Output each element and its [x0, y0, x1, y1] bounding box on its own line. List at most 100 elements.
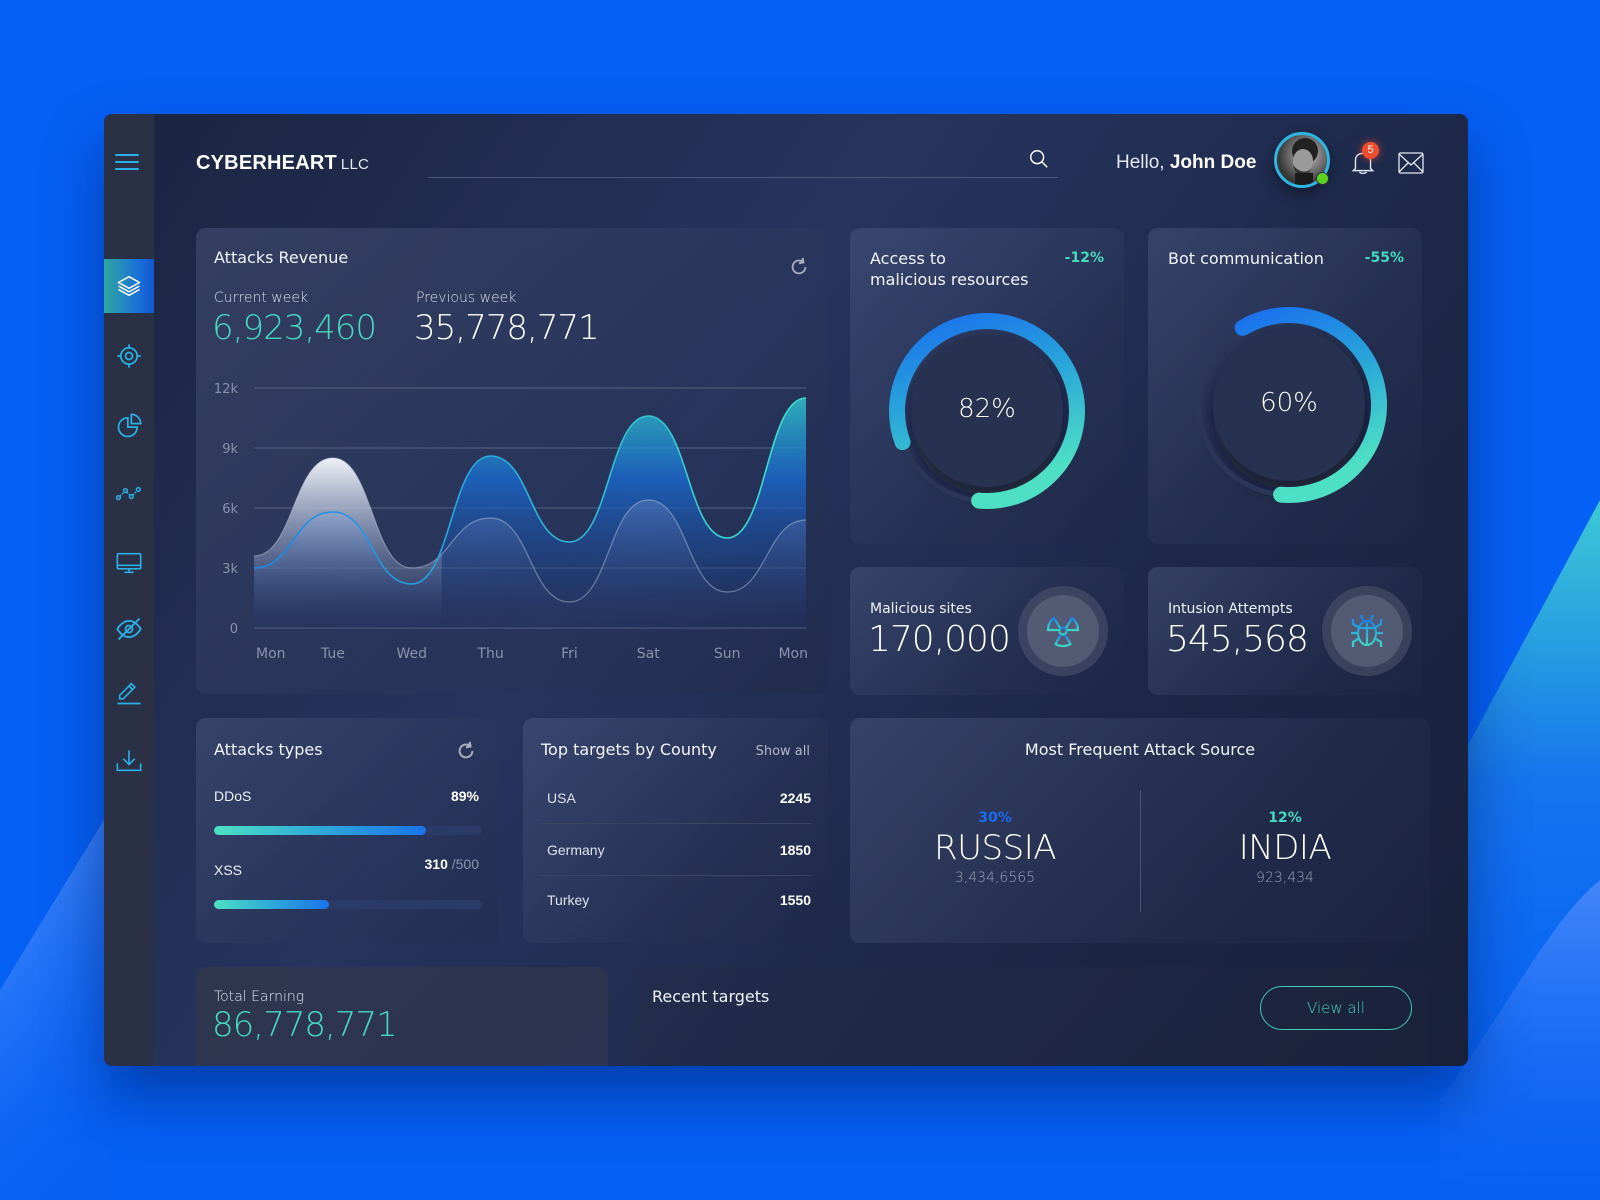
attack-source-item: 30% RUSSIA 3,434,6565	[850, 810, 1140, 886]
total-earning-label: Total Earning	[214, 989, 305, 1005]
notification-badge: 5	[1362, 142, 1379, 159]
attack-type-label: XSS	[214, 862, 243, 878]
search-icon[interactable]	[1028, 148, 1050, 170]
data-point-previous-week	[489, 516, 493, 520]
y-tick-label: 12k	[214, 382, 239, 397]
stat-value: 170,000	[868, 619, 1011, 660]
stat-label: Malicious sites	[870, 601, 972, 617]
source-count: 923,434	[1256, 870, 1314, 886]
user-greeting: Hello, John Doe	[1116, 152, 1256, 174]
country-name: Turkey	[547, 892, 590, 908]
top-targets-card: Top targets by County Show all USA 2245 …	[523, 718, 828, 943]
hamburger-menu-icon[interactable]	[115, 154, 139, 172]
country-name: USA	[547, 790, 576, 806]
progress-fill	[214, 826, 426, 835]
brand-logo: CYBERHEART LLC	[196, 152, 369, 175]
intrusion-attempts-card: Intusion Attempts 545,568	[1148, 567, 1422, 695]
monitor-icon	[116, 552, 142, 574]
country-count: 2245	[779, 790, 811, 806]
country-name: Germany	[547, 842, 605, 858]
x-tick-label: Fri	[561, 646, 578, 662]
show-all-link[interactable]: Show all	[756, 744, 810, 759]
online-status-indicator	[1316, 172, 1329, 185]
x-tick-label: Mon	[778, 646, 808, 662]
data-point-current-week	[804, 396, 808, 400]
attack-source-card: Most Frequent Attack Source 30% RUSSIA 3…	[850, 718, 1430, 943]
table-row[interactable]: Turkey 1550	[539, 876, 811, 926]
data-point-previous-week	[410, 566, 414, 570]
stat-label: Intusion Attempts	[1168, 601, 1293, 617]
view-all-button[interactable]: View all	[1260, 986, 1412, 1030]
dashboard-window: CYBERHEART LLC Hello, John Doe 5 Attacks …	[104, 114, 1468, 1066]
sidebar-item-monitor[interactable]	[104, 536, 154, 590]
y-tick-label: 6k	[222, 502, 238, 517]
attacks-types-card: Attacks types DDoS 89% XSS 310 /500	[196, 718, 499, 943]
source-country: RUSSIA	[934, 828, 1056, 868]
brand-name: CYBERHEART	[196, 152, 337, 174]
data-point-current-week	[567, 540, 571, 544]
stat-value: 545,568	[1166, 619, 1309, 660]
attack-type-value: 89%	[451, 788, 479, 804]
pencil-icon	[117, 682, 141, 705]
card-title: Most Frequent Attack Source	[1024, 740, 1256, 759]
data-point-previous-week	[331, 456, 335, 460]
user-name: John Doe	[1169, 152, 1257, 173]
mail-icon[interactable]	[1398, 152, 1424, 174]
data-point-current-week	[489, 454, 493, 458]
x-tick-label: Mon	[256, 646, 286, 662]
total-earning-value: 86,778,771	[212, 1005, 398, 1045]
gauge-delta: -12%	[1064, 250, 1104, 266]
sidebar	[104, 114, 154, 1066]
table-row[interactable]: Germany 1850	[539, 826, 811, 876]
attack-type-progress	[214, 826, 482, 835]
source-country: INDIA	[1238, 828, 1332, 868]
sidebar-item-analytics[interactable]	[104, 466, 154, 520]
x-tick-label: Sun	[714, 646, 741, 662]
search-input[interactable]	[428, 144, 1018, 176]
sidebar-item-pie-chart[interactable]	[104, 399, 154, 453]
data-point-previous-week	[646, 498, 650, 502]
layers-icon	[117, 275, 141, 297]
attacks-revenue-chart: 0 3k 6k 9k 12k Mon Tue Wed Thu Fri Sat Sun Mon	[214, 382, 808, 662]
radiation-icon	[1046, 616, 1080, 648]
attack-type-progress	[214, 900, 482, 909]
card-title: Attacks types	[214, 740, 323, 759]
attack-type-value: 310 /500	[425, 856, 480, 872]
table-row[interactable]: USA 2245	[539, 774, 811, 824]
data-point-current-week	[252, 566, 256, 570]
data-point-current-week	[725, 536, 729, 540]
brand-suffix: LLC	[340, 156, 370, 173]
gauge-title-line1: Access to	[870, 249, 946, 268]
sidebar-item-hidden[interactable]	[104, 602, 154, 656]
target-icon	[117, 344, 141, 368]
sidebar-item-edit[interactable]	[104, 666, 154, 720]
data-point-previous-week	[252, 554, 256, 558]
gauge-value: 60%	[1260, 388, 1318, 418]
stat-icon-circle	[1322, 586, 1412, 676]
data-point-current-week	[331, 510, 335, 514]
sidebar-item-download[interactable]	[104, 734, 154, 788]
sidebar-item-layers[interactable]	[104, 259, 154, 313]
country-count: 1550	[779, 892, 811, 908]
x-tick-label: Thu	[476, 646, 503, 662]
attack-source-item: 12% INDIA 923,434	[1140, 810, 1430, 886]
data-point-previous-week	[804, 518, 808, 522]
gauge-card-malicious-access: Access to malicious resources -12% 82%	[850, 228, 1124, 544]
gauge-title-line1: Bot communication	[1168, 249, 1324, 268]
attack-type-value-total: /500	[451, 856, 479, 872]
refresh-icon[interactable]	[455, 740, 477, 762]
source-percent: 12%	[1268, 810, 1302, 826]
total-earning-card: Total Earning 86,778,771	[196, 967, 608, 1066]
attack-type-value-main: 89%	[450, 788, 479, 804]
pie-chart-icon	[117, 413, 142, 438]
y-tick-label: 3k	[222, 562, 238, 577]
attacks-revenue-card: Attacks Revenue Current week 6,923,460 P…	[196, 228, 828, 694]
gauge-title-line2: malicious resources	[870, 270, 1029, 289]
y-tick-label: 9k	[222, 442, 238, 457]
data-point-previous-week	[725, 590, 729, 594]
recent-targets-card: Recent targets View all	[632, 967, 1430, 1066]
stat-icon-circle	[1018, 586, 1108, 676]
gauge-value: 82%	[958, 394, 1016, 424]
card-title: Recent targets	[652, 987, 770, 1006]
sidebar-item-target[interactable]	[104, 329, 154, 383]
